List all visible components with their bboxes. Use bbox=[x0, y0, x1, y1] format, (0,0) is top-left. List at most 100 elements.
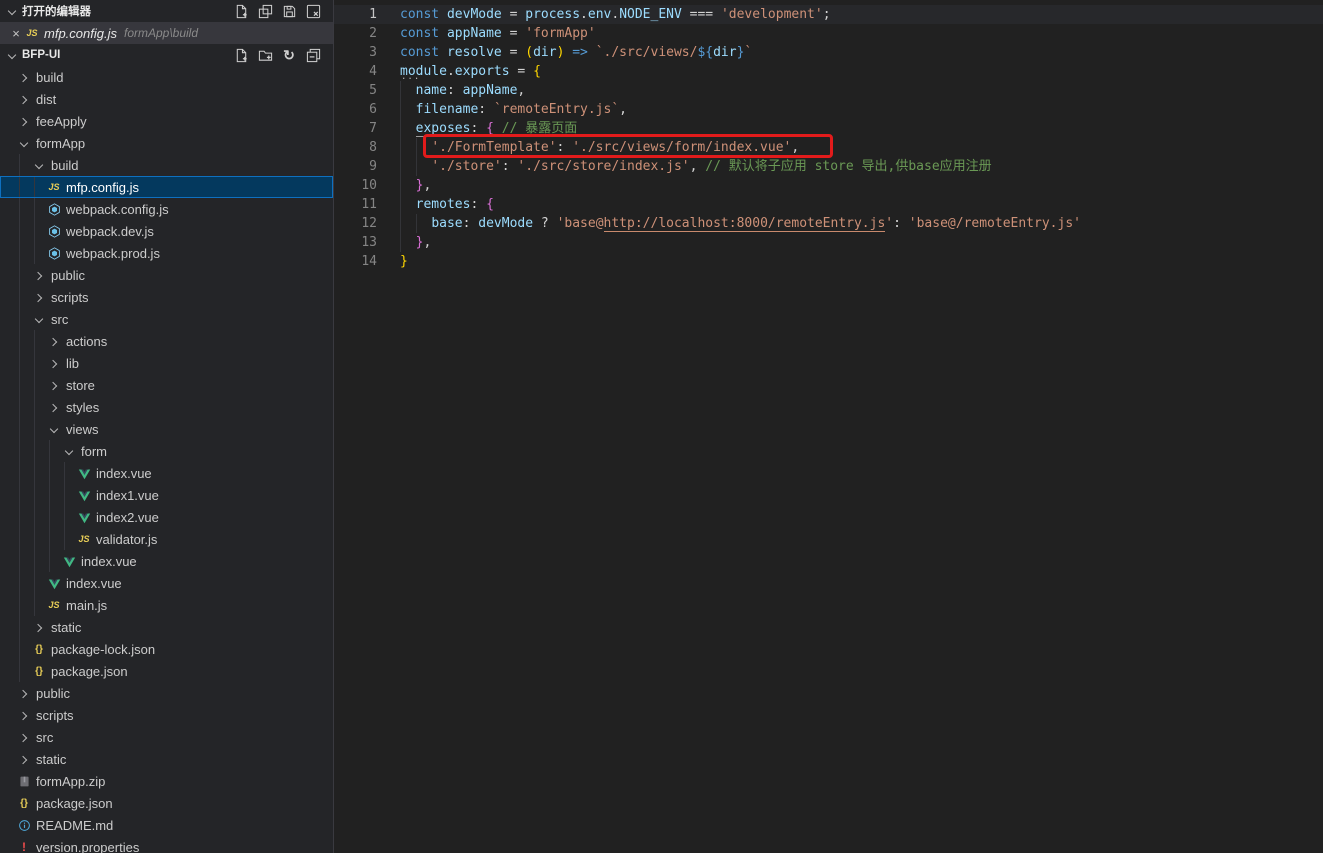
tree-item-label: index.vue bbox=[81, 554, 137, 569]
project-section-header[interactable]: BFP-UI ↻ bbox=[0, 44, 333, 66]
collapse-folders-icon[interactable] bbox=[303, 45, 323, 65]
indent-guide bbox=[64, 462, 76, 484]
tree-item[interactable]: {}package.json bbox=[0, 792, 333, 814]
code-line[interactable]: 13 }, bbox=[334, 233, 1323, 252]
indent-guide bbox=[19, 264, 31, 286]
code-line[interactable]: 14} bbox=[334, 252, 1323, 271]
tree-item[interactable]: feeApply bbox=[0, 110, 333, 132]
tree-item[interactable]: JSvalidator.js bbox=[0, 528, 333, 550]
tree-item[interactable]: form bbox=[0, 440, 333, 462]
tree-item[interactable]: src bbox=[0, 726, 333, 748]
chevron-right-icon bbox=[16, 113, 32, 129]
close-all-editors-icon[interactable] bbox=[303, 1, 323, 21]
new-untitled-file-icon[interactable] bbox=[231, 1, 251, 21]
open-editor-item[interactable]: × JS mfp.config.js formApp\build bbox=[0, 22, 333, 44]
indent-guide bbox=[400, 81, 401, 252]
tree-item[interactable]: JSmfp.config.js bbox=[0, 176, 333, 198]
explorer-actions: ↻ bbox=[231, 45, 329, 65]
tree-item-label: package.json bbox=[51, 664, 128, 679]
tree-item[interactable]: styles bbox=[0, 396, 333, 418]
open-editors-section-header[interactable]: 打开的编辑器 bbox=[0, 0, 333, 22]
code-line-content: const resolve = (dir) => `./src/views/${… bbox=[377, 43, 752, 62]
line-number: 3 bbox=[334, 43, 377, 62]
editors-layout-icon[interactable] bbox=[255, 1, 275, 21]
indent-guide bbox=[34, 528, 46, 550]
tree-item[interactable]: actions bbox=[0, 330, 333, 352]
vscode-window: 打开的编辑器 × JS mfp.config.js formApp\build … bbox=[0, 0, 1323, 853]
close-icon[interactable]: × bbox=[8, 26, 24, 41]
indent-guide bbox=[19, 484, 31, 506]
tree-item-label: public bbox=[36, 686, 70, 701]
code-line[interactable]: 10 }, bbox=[334, 176, 1323, 195]
code-line-content: filename: `remoteEntry.js`, bbox=[377, 100, 627, 119]
code-line[interactable]: 5 name: appName, bbox=[334, 81, 1323, 100]
chevron-right-icon bbox=[46, 355, 62, 371]
tree-item[interactable]: !version.properties bbox=[0, 836, 333, 853]
tree-item[interactable]: public bbox=[0, 264, 333, 286]
indent-guide bbox=[34, 242, 46, 264]
code-line[interactable]: 3const resolve = (dir) => `./src/views/$… bbox=[334, 43, 1323, 62]
indent-guide bbox=[34, 572, 46, 594]
tree-item[interactable]: formApp bbox=[0, 132, 333, 154]
chevron-down-icon bbox=[31, 311, 47, 327]
tree-item[interactable]: scripts bbox=[0, 704, 333, 726]
chevron-right-icon bbox=[16, 729, 32, 745]
code-line[interactable]: 12 base: devMode ? 'base@http://localhos… bbox=[334, 214, 1323, 233]
save-all-icon[interactable] bbox=[279, 1, 299, 21]
tree-item[interactable]: dist bbox=[0, 88, 333, 110]
tree-item-label: dist bbox=[36, 92, 56, 107]
tree-item[interactable]: views bbox=[0, 418, 333, 440]
code-line[interactable]: 7 exposes: { // 暴露页面 bbox=[334, 119, 1323, 138]
tree-item[interactable]: static bbox=[0, 748, 333, 770]
indent-guide bbox=[64, 528, 76, 550]
chevron-right-icon bbox=[46, 333, 62, 349]
code-line[interactable]: 1const devMode = process.env.NODE_ENV ==… bbox=[334, 5, 1323, 24]
tree-item[interactable]: {}package.json bbox=[0, 660, 333, 682]
tree-item[interactable]: public bbox=[0, 682, 333, 704]
code-line[interactable]: 8 './FormTemplate': './src/views/form/in… bbox=[334, 138, 1323, 157]
tree-item[interactable]: JSmain.js bbox=[0, 594, 333, 616]
refresh-explorer-icon[interactable]: ↻ bbox=[279, 45, 299, 65]
tree-item-label: version.properties bbox=[36, 840, 139, 853]
code-editor[interactable]: 1const devMode = process.env.NODE_ENV ==… bbox=[334, 0, 1323, 853]
indent-guide bbox=[49, 484, 61, 506]
tree-item[interactable]: {}package-lock.json bbox=[0, 638, 333, 660]
indent-guide bbox=[34, 484, 46, 506]
tree-item[interactable]: index1.vue bbox=[0, 484, 333, 506]
line-number: 14 bbox=[334, 252, 377, 271]
code-area[interactable]: 1const devMode = process.env.NODE_ENV ==… bbox=[334, 0, 1323, 271]
tree-item[interactable]: store bbox=[0, 374, 333, 396]
vue-icon bbox=[61, 553, 77, 569]
tree-item[interactable]: static bbox=[0, 616, 333, 638]
code-line[interactable]: 6 filename: `remoteEntry.js`, bbox=[334, 100, 1323, 119]
tree-item[interactable]: webpack.config.js bbox=[0, 198, 333, 220]
new-file-icon[interactable] bbox=[231, 45, 251, 65]
tree-item[interactable]: build bbox=[0, 154, 333, 176]
indent-guide bbox=[34, 352, 46, 374]
line-number: 5 bbox=[334, 81, 377, 100]
tree-item[interactable]: webpack.prod.js bbox=[0, 242, 333, 264]
indent-guide bbox=[49, 550, 61, 572]
info-icon bbox=[16, 817, 32, 833]
code-line-content: module.exports = { bbox=[377, 62, 541, 81]
new-folder-icon[interactable] bbox=[255, 45, 275, 65]
tree-item[interactable]: index.vue bbox=[0, 572, 333, 594]
tree-item[interactable]: build bbox=[0, 66, 333, 88]
js-icon: JS bbox=[76, 531, 92, 547]
code-line[interactable]: 4module.exports = { bbox=[334, 62, 1323, 81]
code-line[interactable]: 9 './store': './src/store/index.js', // … bbox=[334, 157, 1323, 176]
tree-item[interactable]: README.md bbox=[0, 814, 333, 836]
code-line-content: './FormTemplate': './src/views/form/inde… bbox=[377, 138, 799, 157]
tree-item[interactable]: index2.vue bbox=[0, 506, 333, 528]
tree-item[interactable]: webpack.dev.js bbox=[0, 220, 333, 242]
tree-item[interactable]: src bbox=[0, 308, 333, 330]
code-line-content: }, bbox=[377, 176, 431, 195]
tree-item[interactable]: index.vue bbox=[0, 550, 333, 572]
code-line[interactable]: 2const appName = 'formApp' bbox=[334, 24, 1323, 43]
indent-guide bbox=[19, 418, 31, 440]
tree-item[interactable]: formApp.zip bbox=[0, 770, 333, 792]
tree-item[interactable]: lib bbox=[0, 352, 333, 374]
tree-item[interactable]: scripts bbox=[0, 286, 333, 308]
tree-item[interactable]: index.vue bbox=[0, 462, 333, 484]
code-line[interactable]: 11 remotes: { bbox=[334, 195, 1323, 214]
